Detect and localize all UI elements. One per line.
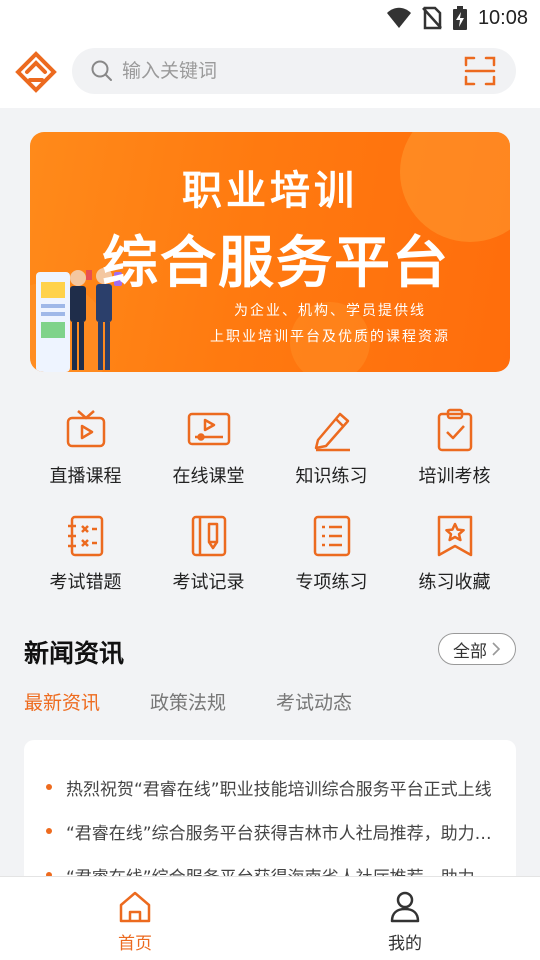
bottom-navigation: 首页 我的 bbox=[0, 876, 540, 960]
nav-label: 首页 bbox=[118, 934, 152, 954]
record-book-icon bbox=[191, 515, 227, 557]
search-bar[interactable] bbox=[72, 48, 516, 94]
news-section-title: 新闻资讯 bbox=[24, 639, 125, 668]
user-icon bbox=[390, 891, 420, 923]
grid-item-online-class[interactable]: 在线课堂 bbox=[147, 404, 270, 500]
tab-policies[interactable]: 政策法规 bbox=[150, 688, 226, 715]
grid-item-practice-favorites[interactable]: 练习收藏 bbox=[393, 510, 516, 606]
chevron-right-icon bbox=[492, 642, 501, 656]
wifi-icon bbox=[386, 7, 411, 28]
news-item-title: “君睿在线”综合服务平台获得吉林市人社局推荐，助力职业技能培训 bbox=[66, 823, 496, 844]
scan-icon[interactable] bbox=[464, 55, 496, 87]
bullet-dot bbox=[46, 828, 52, 834]
home-icon bbox=[119, 891, 151, 923]
search-icon bbox=[91, 60, 112, 81]
no-sim-icon bbox=[422, 6, 442, 30]
grid-item-knowledge-practice[interactable]: 知识练习 bbox=[270, 404, 393, 500]
list-item[interactable]: 热烈祝贺“君睿在线”职业技能培训综合服务平台正式上线 bbox=[46, 772, 496, 802]
app-logo[interactable] bbox=[14, 50, 58, 94]
grid-label: 培训考核 bbox=[418, 466, 491, 487]
tab-latest-news[interactable]: 最新资讯 bbox=[24, 688, 100, 715]
list-item[interactable]: “君睿在线”综合服务平台获得吉林市人社局推荐，助力职业技能培训 bbox=[46, 816, 496, 846]
header bbox=[0, 36, 540, 108]
banner-title-line1: 职业培训 bbox=[182, 168, 358, 214]
live-tv-icon bbox=[66, 410, 106, 448]
grid-item-special-practice[interactable]: 专项练习 bbox=[270, 510, 393, 606]
view-all-label: 全部 bbox=[453, 641, 487, 662]
star-bookmark-icon bbox=[437, 515, 473, 557]
status-icons: 10:08 bbox=[386, 6, 528, 30]
banner-subtitle-line2: 上职业培训平台及优质的课程资源 bbox=[210, 329, 450, 345]
grid-label: 考试错题 bbox=[49, 572, 122, 593]
status-time: 10:08 bbox=[477, 6, 528, 29]
wrong-notebook-icon bbox=[68, 515, 104, 557]
banner-title-line2: 综合服务平台 bbox=[102, 231, 450, 296]
grid-item-wrong-questions[interactable]: 考试错题 bbox=[24, 510, 147, 606]
grid-item-live[interactable]: 直播课程 bbox=[24, 404, 147, 500]
promo-banner[interactable]: 职业培训 综合服务平台 为企业、机构、学员提供线 上职业培训平台及优质的课程资源 bbox=[30, 132, 510, 372]
grid-label: 专项练习 bbox=[295, 572, 368, 593]
grid-label: 在线课堂 bbox=[172, 466, 245, 487]
search-input[interactable] bbox=[122, 48, 442, 94]
news-item-title: 热烈祝贺“君睿在线”职业技能培训综合服务平台正式上线 bbox=[66, 779, 492, 800]
view-all-button[interactable]: 全部 bbox=[438, 633, 516, 665]
nav-home[interactable]: 首页 bbox=[75, 877, 195, 960]
nav-label: 我的 bbox=[388, 934, 422, 954]
grid-label: 练习收藏 bbox=[418, 572, 491, 593]
grid-item-exam-records[interactable]: 考试记录 bbox=[147, 510, 270, 606]
nav-mine[interactable]: 我的 bbox=[345, 877, 465, 960]
video-player-icon bbox=[187, 412, 231, 446]
banner-subtitle-line1: 为企业、机构、学员提供线 bbox=[234, 303, 426, 319]
tab-exam-news[interactable]: 考试动态 bbox=[276, 688, 352, 715]
pencil-icon bbox=[314, 412, 350, 452]
grid-label: 知识练习 bbox=[295, 466, 368, 487]
status-bar: 10:08 bbox=[0, 0, 540, 36]
grid-label: 直播课程 bbox=[49, 466, 122, 487]
grid-item-training-assessment[interactable]: 培训考核 bbox=[393, 404, 516, 500]
list-document-icon bbox=[313, 515, 351, 557]
bullet-dot bbox=[46, 784, 52, 790]
clipboard-check-icon bbox=[437, 408, 473, 452]
grid-label: 考试记录 bbox=[172, 572, 245, 593]
battery-charging-icon bbox=[452, 6, 467, 30]
